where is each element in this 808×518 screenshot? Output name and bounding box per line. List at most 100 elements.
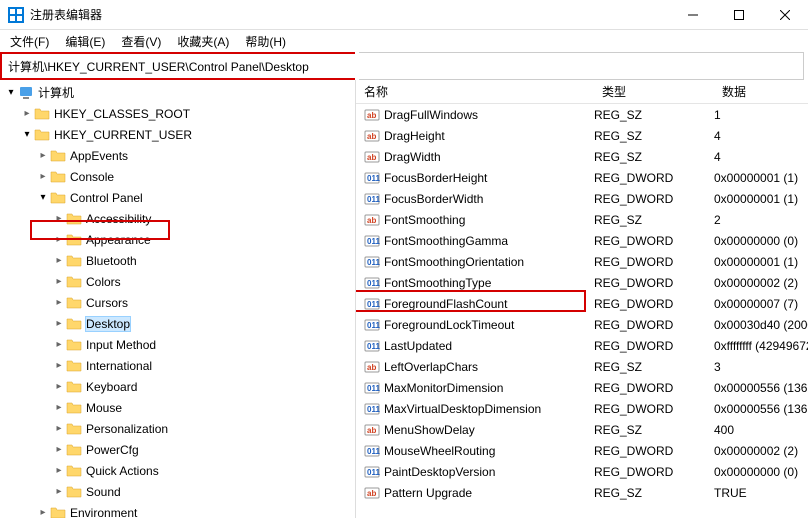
tree-colors[interactable]: ▸Colors xyxy=(0,271,355,292)
close-button[interactable] xyxy=(762,0,808,30)
svg-text:011: 011 xyxy=(367,447,380,456)
col-data[interactable]: 数据 xyxy=(714,83,808,100)
menu-edit[interactable]: 编辑(E) xyxy=(59,31,111,52)
tree-root[interactable]: ▾计算机 xyxy=(0,82,355,103)
tree-powercfg[interactable]: ▸PowerCfg xyxy=(0,439,355,460)
value-type: REG_SZ xyxy=(594,150,714,164)
menubar: 文件(F) 编辑(E) 查看(V) 收藏夹(A) 帮助(H) xyxy=(0,30,808,52)
value-row-PaintDesktopVersion[interactable]: 011PaintDesktopVersionREG_DWORD0x0000000… xyxy=(356,461,808,482)
tree-personalization[interactable]: ▸Personalization xyxy=(0,418,355,439)
tree-environment[interactable]: ▸Environment xyxy=(0,502,355,518)
value-row-ForegroundLockTimeout[interactable]: 011ForegroundLockTimeoutREG_DWORD0x00030… xyxy=(356,314,808,335)
value-type: REG_DWORD xyxy=(594,276,714,290)
tree-quick-actions[interactable]: ▸Quick Actions xyxy=(0,460,355,481)
value-row-FontSmoothingGamma[interactable]: 011FontSmoothingGammaREG_DWORD0x00000000… xyxy=(356,230,808,251)
value-type: REG_DWORD xyxy=(594,234,714,248)
value-row-LastUpdated[interactable]: 011LastUpdatedREG_DWORD0xffffffff (42949… xyxy=(356,335,808,356)
value-data: 0x00000001 (1) xyxy=(714,171,808,185)
value-name: MaxVirtualDesktopDimension xyxy=(384,402,594,416)
value-name: ForegroundLockTimeout xyxy=(384,318,594,332)
value-data: 0x00000001 (1) xyxy=(714,255,808,269)
value-row-FontSmoothing[interactable]: abFontSmoothingREG_SZ2 xyxy=(356,209,808,230)
tree-hkcr[interactable]: ▸HKEY_CLASSES_ROOT xyxy=(0,103,355,124)
value-row-DragFullWindows[interactable]: abDragFullWindowsREG_SZ1 xyxy=(356,104,808,125)
tree-mouse[interactable]: ▸Mouse xyxy=(0,397,355,418)
value-name: FontSmoothingOrientation xyxy=(384,255,594,269)
value-data: 4 xyxy=(714,150,808,164)
titlebar: 注册表编辑器 xyxy=(0,0,808,30)
value-name: PaintDesktopVersion xyxy=(384,465,594,479)
menu-file[interactable]: 文件(F) xyxy=(4,31,55,52)
tree-desktop[interactable]: ▸Desktop xyxy=(0,313,355,334)
tree-control-panel[interactable]: ▾Control Panel xyxy=(0,187,355,208)
address-text: 计算机\HKEY_CURRENT_USER\Control Panel\Desk… xyxy=(8,58,309,75)
value-row-MaxVirtualDesktopDimension[interactable]: 011MaxVirtualDesktopDimensionREG_DWORD0x… xyxy=(356,398,808,419)
svg-text:011: 011 xyxy=(367,468,380,477)
value-name: DragWidth xyxy=(384,150,594,164)
tree-console[interactable]: ▸Console xyxy=(0,166,355,187)
value-type: REG_SZ xyxy=(594,486,714,500)
svg-text:ab: ab xyxy=(367,132,376,141)
svg-text:011: 011 xyxy=(367,279,380,288)
tree-panel[interactable]: ▾计算机▸HKEY_CLASSES_ROOT▾HKEY_CURRENT_USER… xyxy=(0,80,356,518)
col-type[interactable]: 类型 xyxy=(594,83,714,100)
value-name: FontSmoothingType xyxy=(384,276,594,290)
tree-hkcu[interactable]: ▾HKEY_CURRENT_USER xyxy=(0,124,355,145)
value-data: 0x00000556 (1366) xyxy=(714,381,808,395)
value-data: 1 xyxy=(714,108,808,122)
value-data: 0xffffffff (4294967295) xyxy=(714,339,808,353)
svg-text:011: 011 xyxy=(367,384,380,393)
value-type: REG_DWORD xyxy=(594,339,714,353)
value-data: 0x00000002 (2) xyxy=(714,444,808,458)
tree-accessibility[interactable]: ▸Accessibility xyxy=(0,208,355,229)
value-row-DragWidth[interactable]: abDragWidthREG_SZ4 xyxy=(356,146,808,167)
value-data: 0x00000007 (7) xyxy=(714,297,808,311)
address-bar[interactable]: 计算机\HKEY_CURRENT_USER\Control Panel\Desk… xyxy=(0,52,355,80)
value-data: 0x00000000 (0) xyxy=(714,234,808,248)
tree-sound[interactable]: ▸Sound xyxy=(0,481,355,502)
value-row-ForegroundFlashCount[interactable]: 011ForegroundFlashCountREG_DWORD0x000000… xyxy=(356,293,808,314)
tree-input-method[interactable]: ▸Input Method xyxy=(0,334,355,355)
value-type: REG_DWORD xyxy=(594,171,714,185)
menu-help[interactable]: 帮助(H) xyxy=(239,31,292,52)
list-panel[interactable]: 名称 类型 数据 abDragFullWindowsREG_SZ1abDragH… xyxy=(356,80,808,518)
value-data: 4 xyxy=(714,129,808,143)
value-row-FocusBorderWidth[interactable]: 011FocusBorderWidthREG_DWORD0x00000001 (… xyxy=(356,188,808,209)
menu-favorites[interactable]: 收藏夹(A) xyxy=(171,31,235,52)
value-type: REG_DWORD xyxy=(594,318,714,332)
col-name[interactable]: 名称 xyxy=(356,83,594,100)
value-row-FontSmoothingType[interactable]: 011FontSmoothingTypeREG_DWORD0x00000002 … xyxy=(356,272,808,293)
value-data: 3 xyxy=(714,360,808,374)
tree-bluetooth[interactable]: ▸Bluetooth xyxy=(0,250,355,271)
tree-appearance[interactable]: ▸Appearance xyxy=(0,229,355,250)
tree-appevents[interactable]: ▸AppEvents xyxy=(0,145,355,166)
value-data: 0x00000556 (1366) xyxy=(714,402,808,416)
menu-view[interactable]: 查看(V) xyxy=(115,31,167,52)
list-header: 名称 类型 数据 xyxy=(356,80,808,104)
value-row-FontSmoothingOrientation[interactable]: 011FontSmoothingOrientationREG_DWORD0x00… xyxy=(356,251,808,272)
value-name: MaxMonitorDimension xyxy=(384,381,594,395)
tree-keyboard[interactable]: ▸Keyboard xyxy=(0,376,355,397)
value-row-DragHeight[interactable]: abDragHeightREG_SZ4 xyxy=(356,125,808,146)
minimize-button[interactable] xyxy=(670,0,716,30)
value-name: DragFullWindows xyxy=(384,108,594,122)
svg-text:ab: ab xyxy=(367,363,376,372)
value-name: Pattern Upgrade xyxy=(384,486,594,500)
value-row-MaxMonitorDimension[interactable]: 011MaxMonitorDimensionREG_DWORD0x0000055… xyxy=(356,377,808,398)
svg-text:011: 011 xyxy=(367,174,380,183)
svg-text:011: 011 xyxy=(367,300,380,309)
value-row-LeftOverlapChars[interactable]: abLeftOverlapCharsREG_SZ3 xyxy=(356,356,808,377)
value-row-MouseWheelRouting[interactable]: 011MouseWheelRoutingREG_DWORD0x00000002 … xyxy=(356,440,808,461)
value-row-Pattern Upgrade[interactable]: abPattern UpgradeREG_SZTRUE xyxy=(356,482,808,503)
value-row-MenuShowDelay[interactable]: abMenuShowDelayREG_SZ400 xyxy=(356,419,808,440)
window-title: 注册表编辑器 xyxy=(30,6,670,23)
tree-cursors[interactable]: ▸Cursors xyxy=(0,292,355,313)
value-type: REG_DWORD xyxy=(594,192,714,206)
svg-text:ab: ab xyxy=(367,489,376,498)
tree-international[interactable]: ▸International xyxy=(0,355,355,376)
value-row-FocusBorderHeight[interactable]: 011FocusBorderHeightREG_DWORD0x00000001 … xyxy=(356,167,808,188)
value-data: 2 xyxy=(714,213,808,227)
maximize-button[interactable] xyxy=(716,0,762,30)
address-bar-rest[interactable] xyxy=(359,52,804,80)
value-type: REG_SZ xyxy=(594,108,714,122)
